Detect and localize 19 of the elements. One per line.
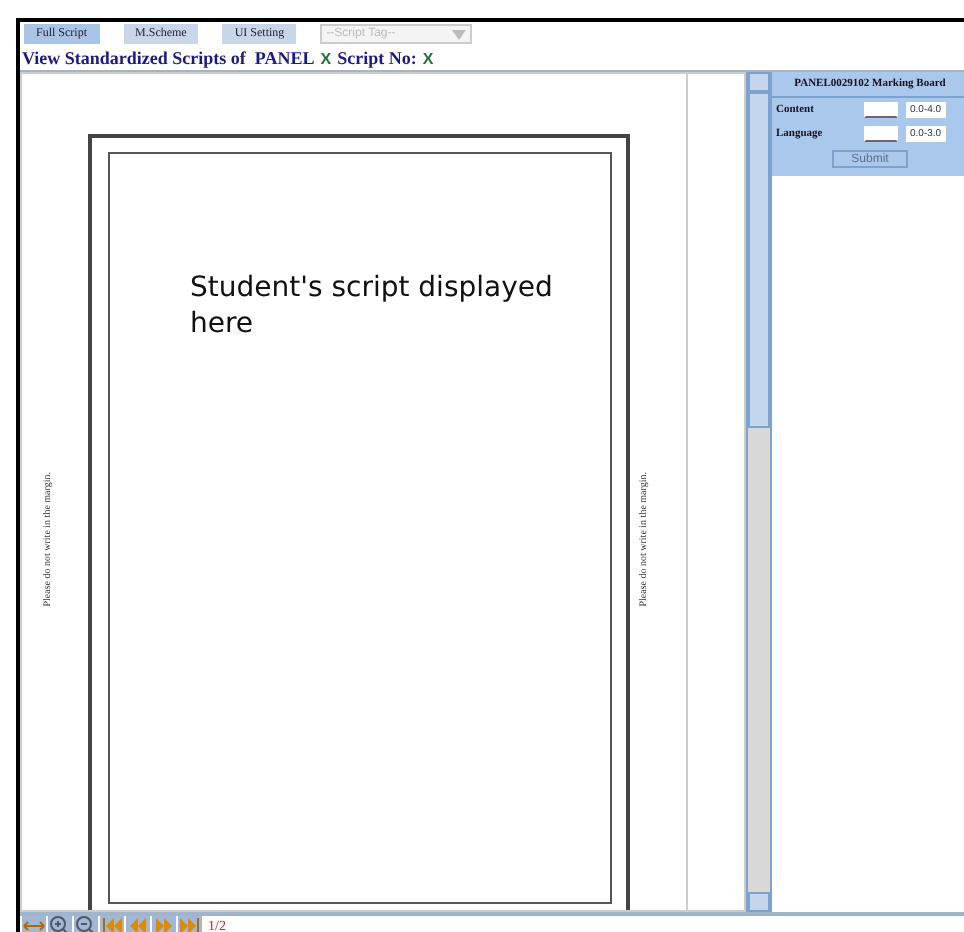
scroll-thumb[interactable] (748, 92, 770, 428)
script-number-label: Script No: (337, 48, 417, 68)
previous-page-icon[interactable] (126, 916, 150, 932)
zoom-in-icon[interactable] (48, 916, 72, 932)
fit-width-icon[interactable] (22, 916, 46, 932)
page-heading: View Standardized Scripts of PANEL (22, 48, 315, 68)
scroll-down-button[interactable] (748, 892, 770, 912)
first-page-icon[interactable] (100, 916, 124, 932)
next-page-icon[interactable] (152, 916, 176, 932)
last-page-icon[interactable] (178, 916, 202, 932)
zoom-out-icon[interactable] (74, 916, 98, 932)
script-number-value: X (422, 49, 434, 67)
scrollbar[interactable] (746, 72, 770, 912)
scroll-up-button[interactable] (748, 72, 770, 92)
script-placeholder-text: Student's script displayed here (190, 270, 555, 342)
panel-id-value: X (320, 49, 332, 67)
score-input[interactable] (864, 102, 898, 118)
dropdown-caret-icon (452, 29, 467, 39)
score-input[interactable] (864, 126, 898, 142)
